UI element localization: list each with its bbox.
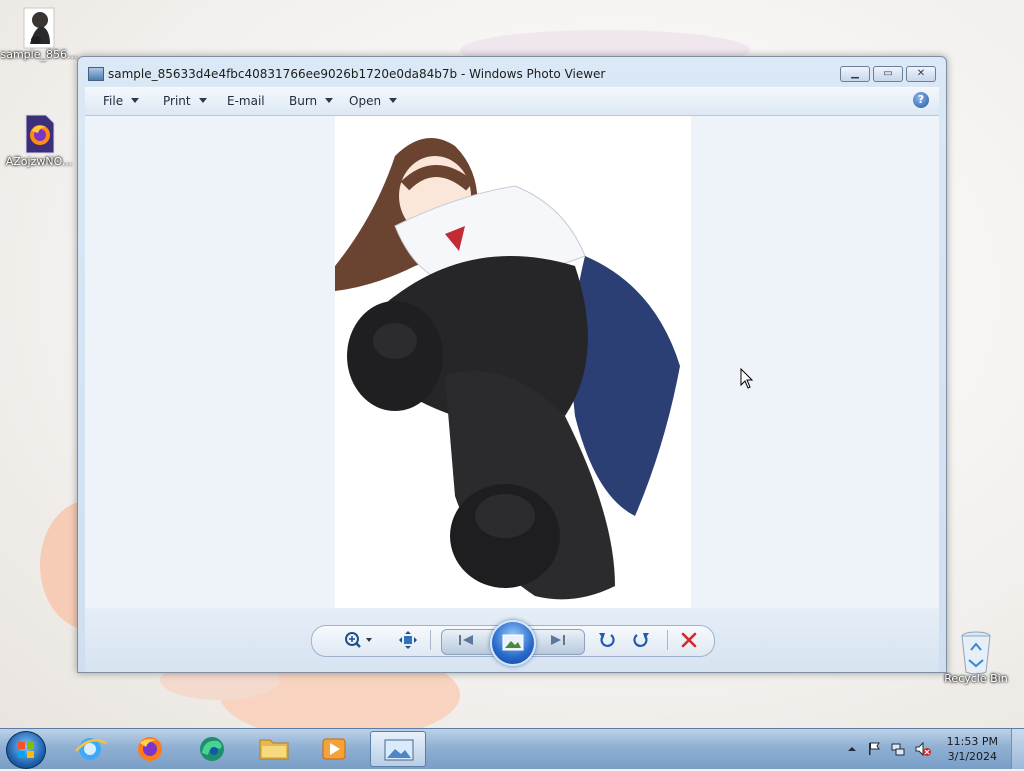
photo-viewer-icon <box>384 739 414 761</box>
rotate-clockwise-button[interactable] <box>631 630 651 650</box>
clock-time: 11:53 PM <box>946 735 998 748</box>
help-button[interactable]: ? <box>913 92 929 108</box>
taskbar-internet-explorer[interactable] <box>62 731 118 767</box>
maximize-icon: ▭ <box>883 68 893 79</box>
network-icon[interactable] <box>890 741 906 757</box>
menu-open[interactable]: Open <box>349 94 398 108</box>
chevron-down-icon <box>131 98 140 103</box>
close-icon: ✕ <box>916 68 926 79</box>
rotate-left-icon <box>599 633 615 647</box>
menu-bar: File Print E-mail Burn Open ? <box>85 87 939 116</box>
clock-date: 3/1/2024 <box>947 750 998 763</box>
close-button[interactable]: ✕ <box>906 66 936 82</box>
photo-viewer-app-icon <box>88 67 104 81</box>
chevron-down-icon <box>325 98 334 103</box>
menu-print-label: Print <box>163 94 191 108</box>
chevron-up-icon <box>848 747 856 751</box>
controls-divider <box>430 630 431 650</box>
minimize-icon: ▁ <box>851 68 859 79</box>
actual-size-button[interactable] <box>398 630 418 650</box>
firefox-icon <box>138 737 162 761</box>
menu-file[interactable]: File <box>103 94 140 108</box>
zoom-button[interactable] <box>342 630 376 650</box>
help-icon: ? <box>917 93 925 106</box>
taskbar-firefox[interactable] <box>122 731 178 767</box>
show-hidden-icons-button[interactable] <box>844 741 860 757</box>
slideshow-button[interactable] <box>490 620 536 666</box>
show-desktop-button[interactable] <box>1011 729 1024 769</box>
action-center-icon[interactable] <box>866 741 882 757</box>
desktop-icon-label: sample_856... <box>0 48 78 61</box>
edge-icon <box>200 737 224 761</box>
fit-window-icon <box>399 631 417 649</box>
delete-button[interactable] <box>679 630 699 650</box>
menu-file-label: File <box>103 94 124 108</box>
taskbar: 11:53 PM 3/1/2024 <box>0 728 1024 769</box>
window-titlebar[interactable]: sample_85633d4e4fbc40831766ee9026b1720e0… <box>78 57 946 87</box>
menu-email[interactable]: E-mail <box>227 94 265 108</box>
image-file-icon <box>22 6 56 49</box>
taskbar-clock[interactable]: 11:53 PM 3/1/2024 <box>947 734 998 764</box>
viewer-controls-bar <box>85 608 939 672</box>
taskbar-file-explorer[interactable] <box>246 731 302 767</box>
maximize-button[interactable]: ▭ <box>873 66 903 82</box>
folder-icon <box>259 739 289 760</box>
chevron-down-icon <box>389 98 398 103</box>
start-button[interactable] <box>6 731 46 769</box>
photo-illustration <box>335 116 691 608</box>
taskbar-edge[interactable] <box>184 731 240 767</box>
recycle-bin-icon <box>959 630 993 675</box>
delete-x-icon <box>681 632 697 648</box>
taskbar-media-player[interactable] <box>306 731 362 767</box>
menu-email-label: E-mail <box>227 94 265 108</box>
volume-muted-icon[interactable] <box>914 741 931 757</box>
photo-viewer-window: sample_85633d4e4fbc40831766ee9026b1720e0… <box>77 56 947 673</box>
menu-print[interactable]: Print <box>163 94 207 108</box>
minimize-button[interactable]: ▁ <box>840 66 870 82</box>
desktop-icon-sample-image[interactable]: sample_856... <box>0 6 78 61</box>
firefox-file-icon <box>22 113 56 154</box>
taskbar-photo-viewer[interactable] <box>370 731 426 767</box>
internet-explorer-icon <box>75 738 107 760</box>
mouse-cursor-icon <box>740 367 754 393</box>
desktop-icon-recycle-bin[interactable]: Recycle Bin <box>938 630 1014 685</box>
desktop-icon-label: AZojzwNO... <box>5 155 73 168</box>
window-title: sample_85633d4e4fbc40831766ee9026b1720e0… <box>108 67 606 81</box>
previous-button[interactable] <box>455 630 479 650</box>
desktop-icon-label: Recycle Bin <box>944 672 1008 685</box>
menu-burn[interactable]: Burn <box>289 94 334 108</box>
menu-burn-label: Burn <box>289 94 318 108</box>
media-player-icon <box>322 738 346 760</box>
windows-logo-icon <box>18 742 34 758</box>
previous-icon <box>459 635 473 645</box>
zoom-icon <box>345 632 372 648</box>
desktop-icon-firefox-file[interactable]: AZojzwNO... <box>0 113 78 168</box>
controls-divider <box>667 630 668 650</box>
next-icon <box>551 635 565 645</box>
next-button[interactable] <box>545 630 569 650</box>
menu-open-label: Open <box>349 94 382 108</box>
displayed-photo <box>335 116 691 608</box>
slideshow-icon <box>502 634 524 651</box>
rotate-right-icon <box>633 633 649 647</box>
chevron-down-icon <box>198 98 207 103</box>
image-viewer-area[interactable] <box>85 116 939 608</box>
rotate-counterclockwise-button[interactable] <box>597 630 617 650</box>
